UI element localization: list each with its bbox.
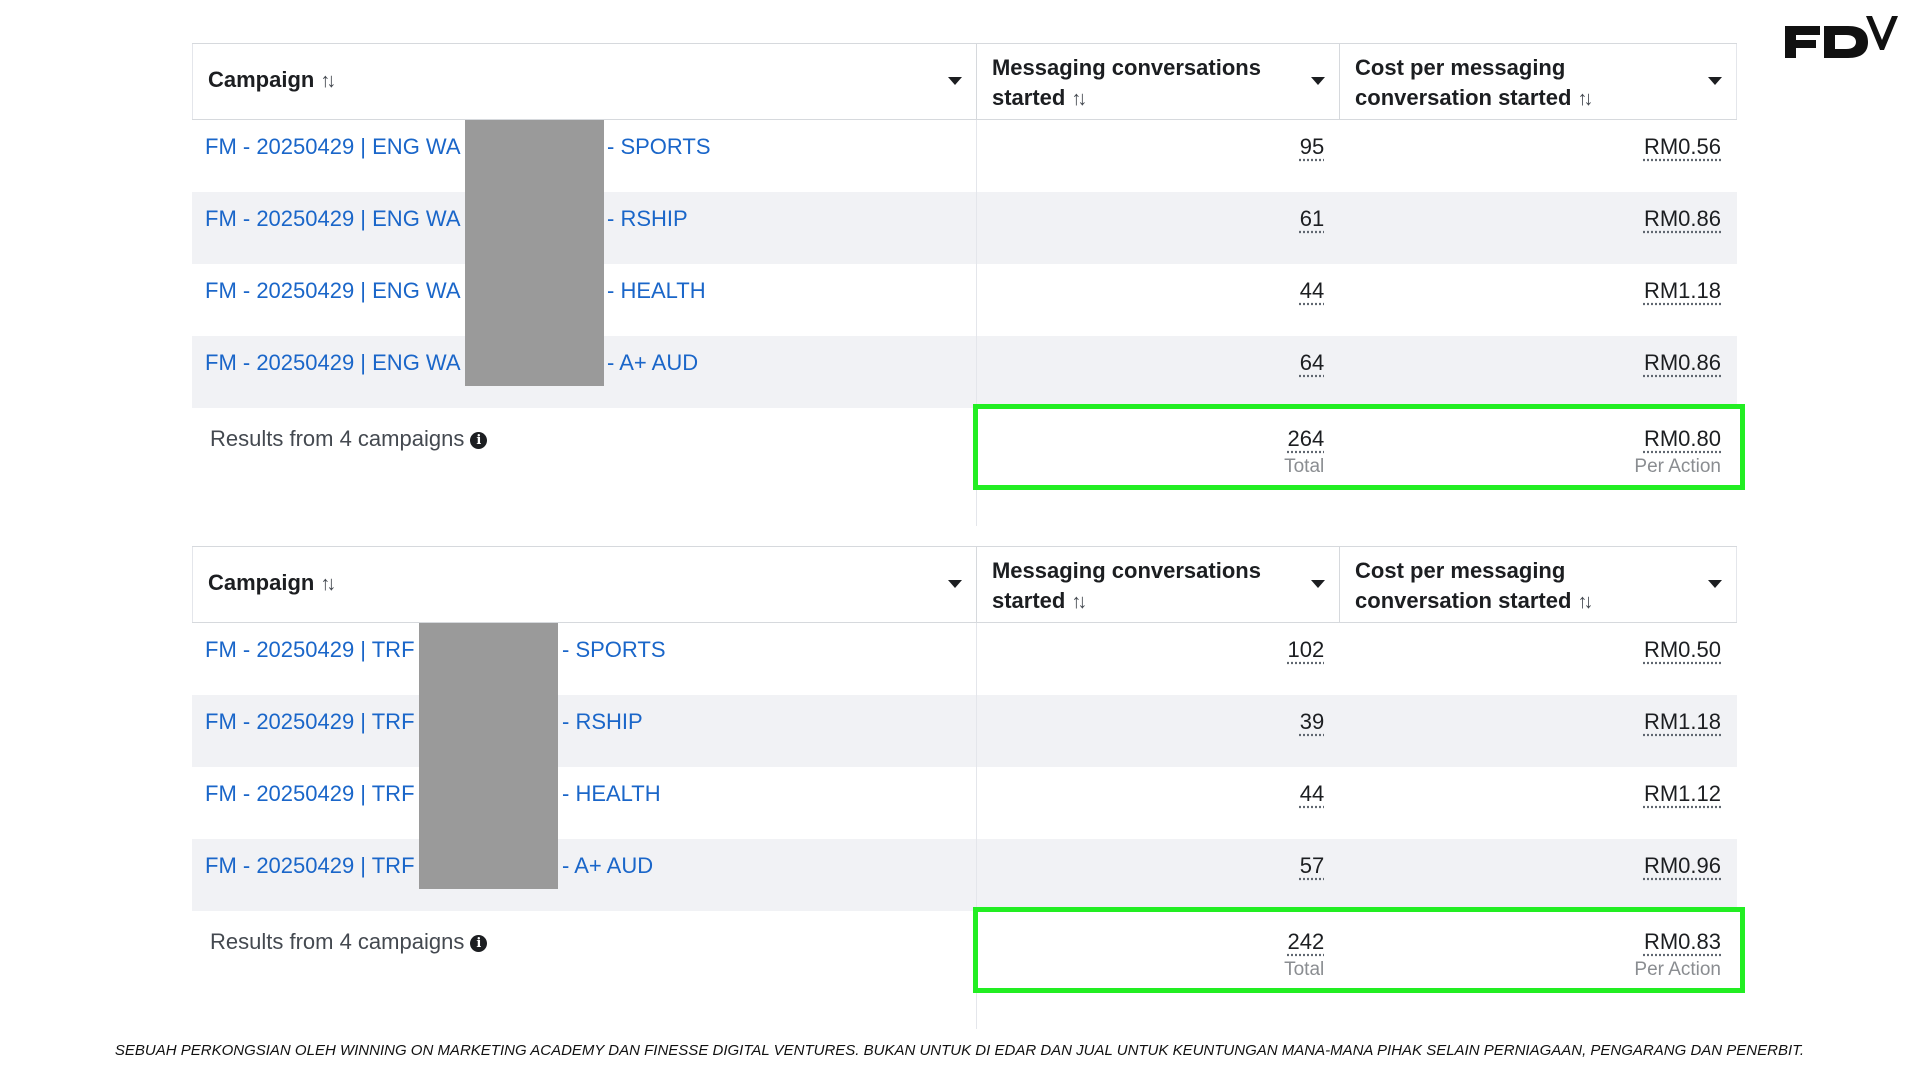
column-header-cost[interactable]: Cost per messaging conversation started ↑↓ xyxy=(1339,547,1737,622)
table-row: FM - 20250429 | ENG WA | - SPORTS 95 RM0… xyxy=(192,120,1737,192)
campaign-link[interactable]: FM - 20250429 | ENG WA | xyxy=(205,206,471,232)
column-header-label: started xyxy=(991,588,1066,613)
cost-value[interactable]: RM0.86 xyxy=(1644,206,1721,232)
campaign-link[interactable]: FM - 20250429 | ENG WA | xyxy=(205,350,471,376)
table-header: Campaign ↑↓ Messaging conversations starte… xyxy=(192,43,1737,120)
caret-down-icon[interactable] xyxy=(947,580,962,588)
campaign-link-suffix[interactable]: - A+ AUD xyxy=(607,350,698,376)
column-header-label: Campaign xyxy=(208,570,315,595)
campaign-link-suffix[interactable]: - HEALTH xyxy=(607,278,706,304)
table-row: FM - 20250429 | ENG WA | - HEALTH 44 RM1… xyxy=(192,264,1737,336)
cost-value[interactable]: RM0.56 xyxy=(1644,134,1721,160)
column-header-label: Campaign xyxy=(208,67,315,92)
campaign-link-suffix[interactable]: - SPORTS xyxy=(562,637,666,663)
column-header-campaign[interactable]: Campaign ↑↓ xyxy=(192,547,976,622)
campaign-link[interactable]: FM - 20250429 | TRF | xyxy=(205,709,426,735)
column-header-label: Messaging conversations xyxy=(991,558,1261,583)
conversations-value[interactable]: 102 xyxy=(1288,637,1325,663)
results-summary-label: Results from 4 campaigns i xyxy=(210,426,488,452)
campaign-link-suffix[interactable]: - A+ AUD xyxy=(562,853,653,879)
sort-icon[interactable]: ↑↓ xyxy=(1071,587,1087,617)
column-header-label: Cost per messaging xyxy=(1355,558,1566,583)
campaign-link[interactable]: FM - 20250429 | TRF | xyxy=(205,853,426,879)
cost-value[interactable]: RM0.86 xyxy=(1644,350,1721,376)
column-header-label: Messaging conversations xyxy=(991,55,1261,80)
caret-down-icon[interactable] xyxy=(947,77,962,85)
info-icon[interactable]: i xyxy=(470,935,488,952)
info-icon[interactable]: i xyxy=(470,432,488,449)
sort-icon[interactable]: ↑↓ xyxy=(1577,84,1593,114)
conversations-value[interactable]: 61 xyxy=(1300,206,1324,232)
redaction-block xyxy=(419,623,558,889)
column-header-messaging[interactable]: Messaging conversations started ↑↓ xyxy=(975,547,1339,622)
table-row: FM - 20250429 | ENG WA | - A+ AUD 64 RM0… xyxy=(192,336,1737,408)
sort-icon[interactable]: ↑↓ xyxy=(320,573,336,596)
column-header-label: Cost per messaging xyxy=(1355,55,1566,80)
redaction-block xyxy=(465,120,604,386)
caret-down-icon[interactable] xyxy=(1708,580,1722,588)
campaign-link[interactable]: FM - 20250429 | TRF | xyxy=(205,781,426,807)
campaign-link[interactable]: FM - 20250429 | ENG WA | xyxy=(205,278,471,304)
fdv-logo xyxy=(1785,16,1898,58)
sort-icon[interactable]: ↑↓ xyxy=(1071,84,1087,114)
campaign-link-suffix[interactable]: - SPORTS xyxy=(607,134,711,160)
campaign-link-suffix[interactable]: - RSHIP xyxy=(607,206,688,232)
highlight-box xyxy=(973,404,1745,490)
caret-down-icon[interactable] xyxy=(1311,580,1326,588)
column-header-label: started xyxy=(991,85,1066,110)
column-header-cost[interactable]: Cost per messaging conversation started ↑↓ xyxy=(1339,44,1737,119)
conversations-value[interactable]: 64 xyxy=(1300,350,1324,376)
cost-value[interactable]: RM0.96 xyxy=(1644,853,1721,879)
sort-icon[interactable]: ↑↓ xyxy=(1577,587,1593,617)
campaign-link[interactable]: FM - 20250429 | TRF | xyxy=(205,637,426,663)
footer-disclaimer: SEBUAH PERKONGSIAN OLEH WINNING ON MARKE… xyxy=(114,1042,1805,1059)
campaign-link-suffix[interactable]: - HEALTH xyxy=(562,781,661,807)
column-header-label: conversation started xyxy=(1355,85,1572,110)
table-row: FM - 20250429 | ENG WA | - RSHIP 61 RM0.… xyxy=(192,192,1737,264)
sort-icon[interactable]: ↑↓ xyxy=(320,70,336,93)
table-header: Campaign ↑↓ Messaging conversations starte… xyxy=(192,546,1737,623)
conversations-value[interactable]: 44 xyxy=(1300,278,1324,304)
highlight-box xyxy=(973,907,1745,993)
cost-value[interactable]: RM0.50 xyxy=(1644,637,1721,663)
conversations-value[interactable]: 39 xyxy=(1300,709,1324,735)
campaign-link-suffix[interactable]: - RSHIP xyxy=(562,709,643,735)
conversations-value[interactable]: 95 xyxy=(1300,134,1324,160)
conversations-value[interactable]: 44 xyxy=(1300,781,1324,807)
conversations-value[interactable]: 57 xyxy=(1300,853,1324,879)
cost-value[interactable]: RM1.18 xyxy=(1644,278,1721,304)
column-header-messaging[interactable]: Messaging conversations started ↑↓ xyxy=(975,44,1339,119)
caret-down-icon[interactable] xyxy=(1311,77,1326,85)
results-summary-label: Results from 4 campaigns i xyxy=(210,929,488,955)
cost-value[interactable]: RM1.18 xyxy=(1644,709,1721,735)
cost-value[interactable]: RM1.12 xyxy=(1644,781,1721,807)
caret-down-icon[interactable] xyxy=(1708,77,1722,85)
column-header-campaign[interactable]: Campaign ↑↓ xyxy=(192,44,976,119)
column-header-label: conversation started xyxy=(1355,588,1572,613)
campaign-link[interactable]: FM - 20250429 | ENG WA | xyxy=(205,134,471,160)
